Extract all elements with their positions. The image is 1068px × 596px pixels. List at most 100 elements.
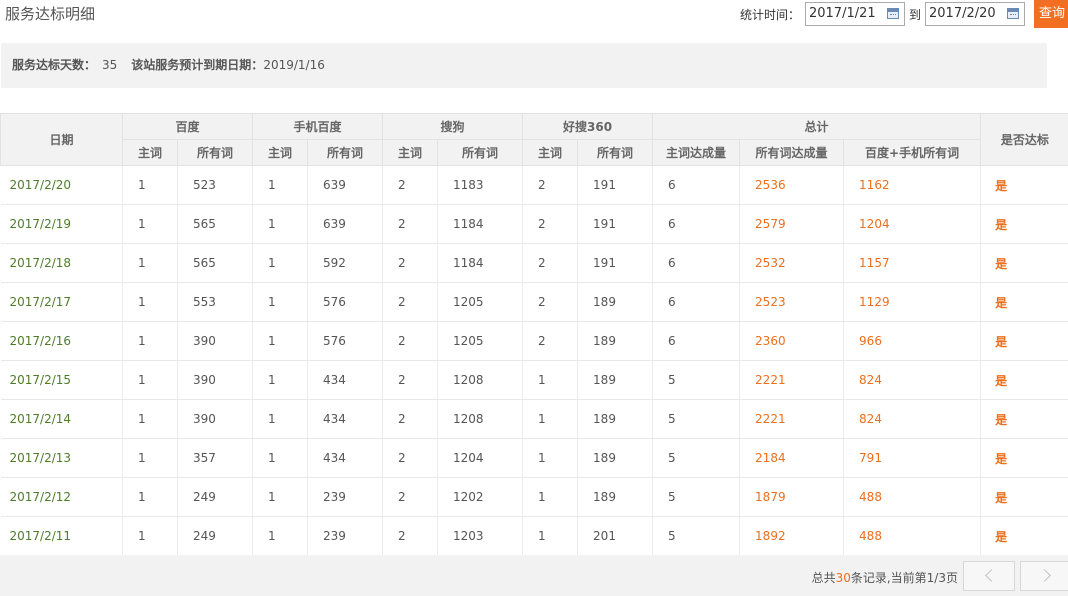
cell-baidu-mobile-all: 1162	[843, 165, 982, 205]
cell-sogou-all: 1184	[437, 204, 524, 244]
cell-sogou-all: 1202	[437, 477, 524, 517]
next-page-button[interactable]	[1020, 561, 1068, 591]
cell-date: 2017/2/12	[0, 477, 123, 517]
cell-baidu-main: 1	[122, 477, 178, 517]
cell-main-reached: 6	[652, 165, 741, 205]
days-value: 35	[102, 58, 118, 72]
stat-time-label: 统计时间：	[739, 7, 800, 22]
query-button[interactable]: 查询	[1034, 0, 1068, 28]
cell-sogou-main: 2	[382, 438, 439, 478]
cell-mobile-main: 1	[252, 204, 309, 244]
cell-haosou-main: 1	[522, 438, 579, 478]
to-label: 到	[908, 7, 921, 22]
cell-mobile-main: 1	[252, 438, 309, 478]
table-row: 2017/2/11 1 249 1 239 2 1203 1 201 5 189…	[0, 516, 1068, 556]
cell-sogou-main: 2	[382, 399, 439, 439]
col-all-reached: 所有词达成量	[739, 139, 845, 166]
cell-all-reached: 1892	[739, 516, 845, 556]
cell-haosou-main: 1	[522, 360, 579, 400]
group-haosou: 好搜360	[522, 113, 654, 140]
cell-sogou-all: 1184	[437, 243, 524, 283]
table-row: 2017/2/15 1 390 1 434 2 1208 1 189 5 222…	[0, 360, 1068, 400]
cell-baidu-mobile-all: 966	[843, 321, 982, 361]
cell-baidu-main: 1	[122, 204, 178, 244]
cell-haosou-all: 189	[577, 438, 654, 478]
cell-sogou-all: 1205	[437, 321, 524, 361]
col-haosou-all: 所有词	[577, 139, 654, 166]
cell-haosou-main: 2	[522, 204, 579, 244]
cell-sogou-main: 2	[382, 204, 439, 244]
cell-haosou-main: 2	[522, 165, 579, 205]
expiry-label: 该站服务预计到期日期：	[131, 58, 264, 72]
cell-main-reached: 5	[652, 399, 741, 439]
cell-all-reached: 2221	[739, 360, 845, 400]
cell-baidu-main: 1	[122, 165, 178, 205]
cell-baidu-main: 1	[122, 516, 178, 556]
cell-mobile-all: 639	[307, 204, 384, 244]
cell-mobile-all: 434	[307, 438, 384, 478]
date-filter: 统计时间： 2017/1/21 到 2017/2/20 查询	[740, 0, 1068, 28]
pager-prefix: 总共	[811, 571, 836, 585]
cell-main-reached: 6	[652, 321, 741, 361]
summary-bar: 服务达标天数： 35 该站服务预计到期日期：2019/1/16	[1, 43, 1047, 88]
cell-baidu-all: 390	[177, 399, 254, 439]
cell-mobile-all: 239	[307, 516, 384, 556]
cell-mobile-all: 592	[307, 243, 384, 283]
cell-baidu-all: 553	[177, 282, 254, 322]
cell-main-reached: 5	[652, 477, 741, 517]
cell-pass: 是	[980, 399, 1068, 439]
cell-sogou-all: 1208	[437, 399, 524, 439]
cell-mobile-all: 576	[307, 321, 384, 361]
cell-baidu-all: 390	[177, 321, 254, 361]
start-date-input[interactable]: 2017/1/21	[804, 2, 905, 26]
col-date: 日期	[0, 113, 123, 166]
col-haosou-main: 主词	[522, 139, 579, 166]
table-row: 2017/2/20 1 523 1 639 2 1183 2 191 6 253…	[0, 165, 1068, 205]
cell-all-reached: 1879	[739, 477, 845, 517]
start-date-value: 2017/1/21	[808, 6, 876, 21]
cell-mobile-all: 239	[307, 477, 384, 517]
calendar-icon[interactable]	[886, 8, 899, 19]
cell-date: 2017/2/13	[0, 438, 123, 478]
cell-baidu-all: 523	[177, 165, 254, 205]
cell-haosou-all: 189	[577, 321, 654, 361]
cell-all-reached: 2532	[739, 243, 845, 283]
cell-baidu-main: 1	[122, 360, 178, 400]
cell-pass: 是	[980, 282, 1068, 322]
cell-mobile-main: 1	[252, 321, 309, 361]
prev-page-button[interactable]	[963, 561, 1015, 591]
cell-haosou-all: 189	[577, 282, 654, 322]
cell-all-reached: 2221	[739, 399, 845, 439]
col-mobile-main: 主词	[252, 139, 309, 166]
cell-sogou-main: 2	[382, 243, 439, 283]
cell-date: 2017/2/18	[0, 243, 123, 283]
cell-sogou-all: 1205	[437, 282, 524, 322]
cell-haosou-main: 2	[522, 282, 579, 322]
cell-baidu-mobile-all: 824	[843, 360, 982, 400]
cell-baidu-main: 1	[122, 243, 178, 283]
end-date-input[interactable]: 2017/2/20	[925, 2, 1025, 26]
cell-date: 2017/2/15	[0, 360, 123, 400]
group-baidu: 百度	[121, 113, 254, 140]
cell-date: 2017/2/20	[0, 165, 123, 205]
cell-pass: 是	[980, 438, 1068, 478]
cell-haosou-main: 2	[522, 321, 579, 361]
calendar-icon[interactable]	[1007, 8, 1019, 19]
group-total: 总计	[652, 113, 982, 140]
table-row: 2017/2/17 1 553 1 576 2 1205 2 189 6 252…	[0, 282, 1068, 322]
cell-mobile-all: 434	[307, 360, 384, 400]
cell-sogou-all: 1203	[437, 516, 524, 556]
cell-all-reached: 2579	[739, 204, 845, 244]
chevron-right-icon	[1038, 569, 1051, 582]
cell-date: 2017/2/14	[0, 399, 123, 439]
group-sogou: 搜狗	[382, 113, 524, 140]
col-baidu-mobile-all: 百度+手机所有词	[843, 139, 981, 166]
cell-pass: 是	[980, 165, 1068, 205]
cell-haosou-all: 189	[577, 360, 654, 400]
cell-sogou-main: 2	[382, 477, 439, 517]
col-mobile-all: 所有词	[307, 139, 384, 166]
page-title: 服务达标明细	[5, 5, 96, 23]
cell-haosou-all: 189	[577, 399, 654, 439]
cell-date: 2017/2/16	[0, 321, 123, 361]
cell-haosou-main: 2	[522, 243, 579, 283]
